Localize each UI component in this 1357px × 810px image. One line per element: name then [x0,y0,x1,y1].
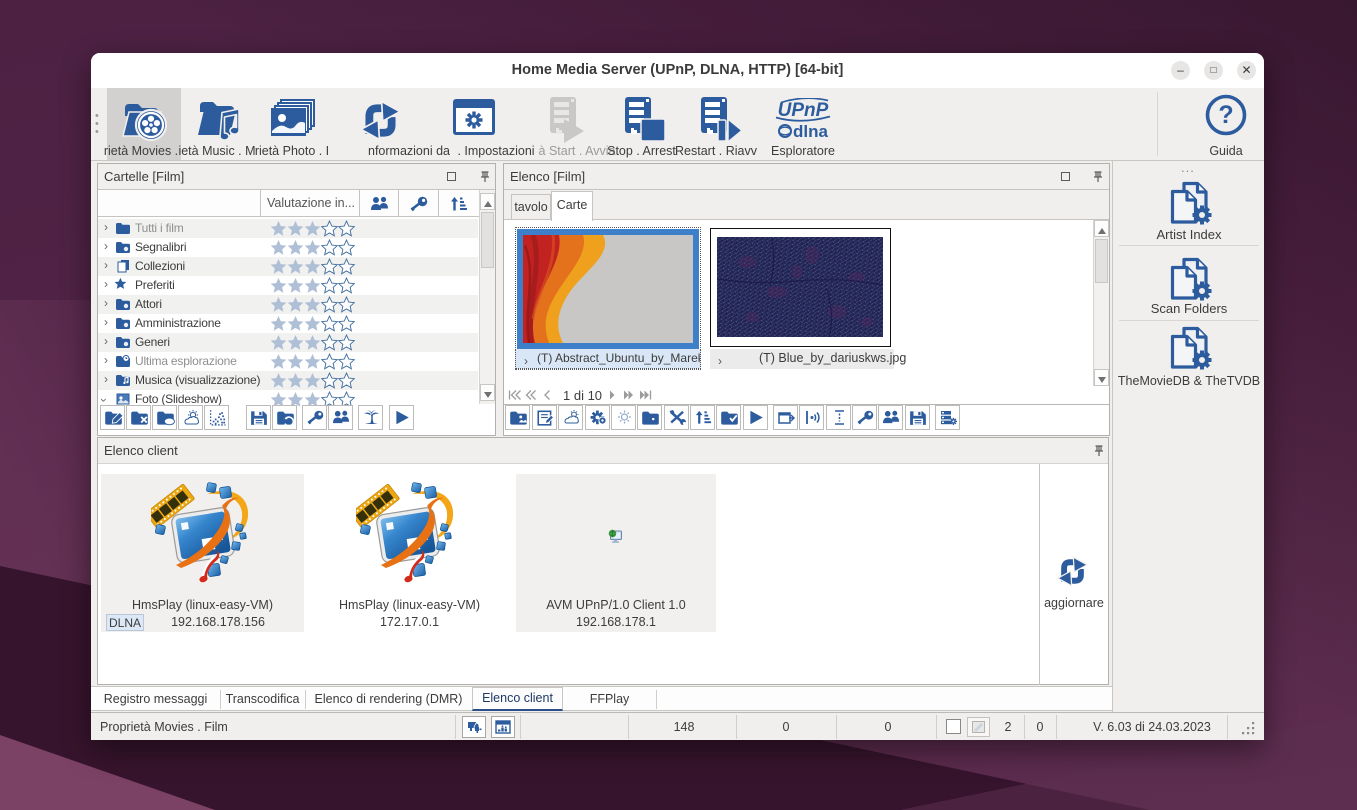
svg-text:?: ? [1218,101,1233,129]
svg-text:dlna: dlna [793,122,828,141]
